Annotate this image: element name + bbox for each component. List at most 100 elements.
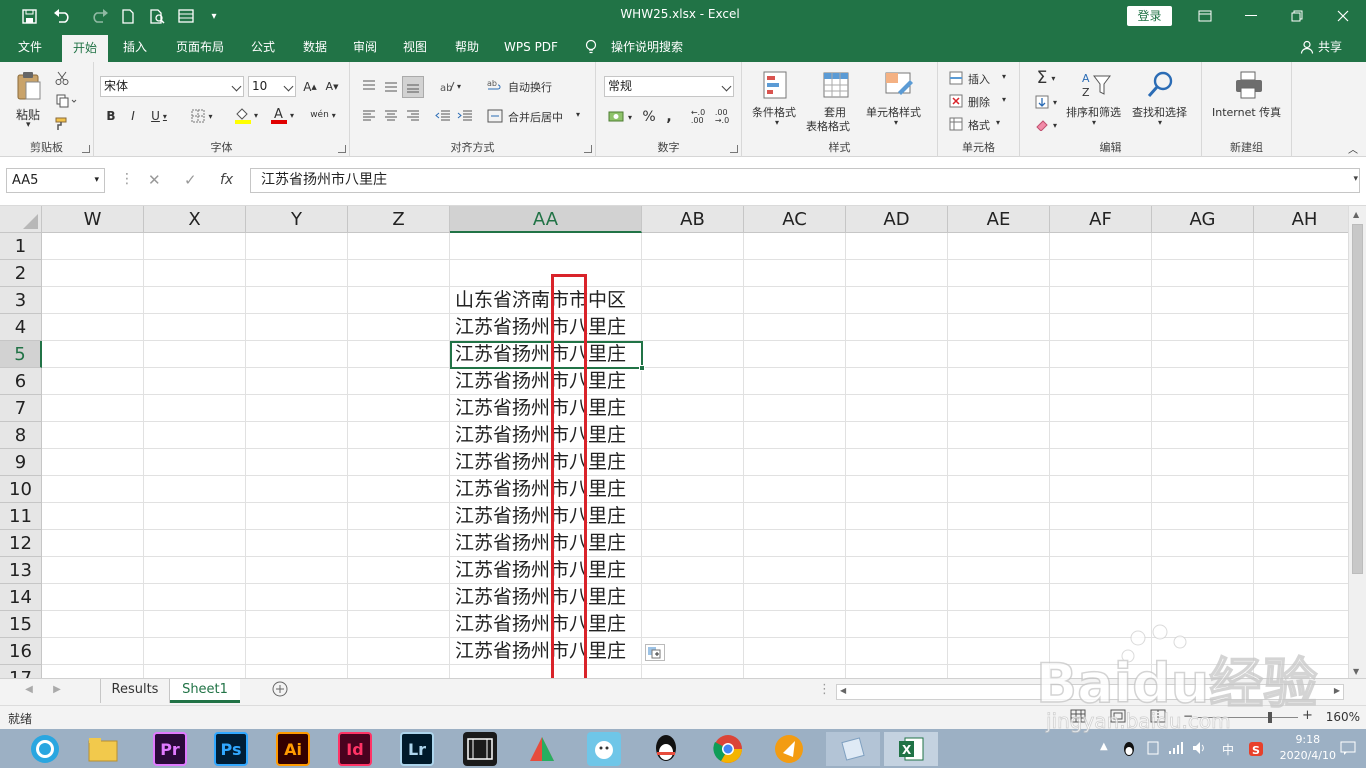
minimize-icon[interactable] (1228, 0, 1274, 32)
align-bottom-icon[interactable] (402, 76, 424, 98)
find-select-icon[interactable] (1146, 70, 1176, 100)
font-size-select[interactable]: 10 (248, 76, 296, 97)
number-launcher-icon[interactable] (730, 145, 738, 153)
cancel-entry-icon[interactable]: ✕ (148, 168, 161, 193)
name-box-dropdown-icon[interactable]: ▾ (94, 169, 99, 192)
cell-aa15[interactable]: 江苏省扬州市八里庄 (453, 611, 643, 638)
cell-aa4[interactable]: 江苏省扬州市八里庄 (453, 314, 643, 341)
horizontal-scrollbar[interactable]: ◀ ▶ (836, 684, 1344, 700)
column-header-x[interactable]: X (144, 206, 246, 233)
align-middle-icon[interactable] (382, 76, 400, 96)
page-break-view-icon[interactable] (1150, 709, 1166, 726)
increase-indent-icon[interactable] (456, 106, 474, 126)
percent-style-icon[interactable]: % (640, 106, 658, 128)
tab-view[interactable]: 视图 (394, 32, 436, 62)
increase-font-icon[interactable]: A ▲ (300, 76, 320, 97)
tray-expand-icon[interactable]: ▲ (1100, 741, 1108, 752)
sheet-tab-sheet1[interactable]: Sheet1 (170, 679, 240, 703)
paste-dropdown-icon[interactable]: ▾ (26, 120, 31, 130)
column-header-ab[interactable]: AB (642, 206, 744, 233)
align-left-icon[interactable] (360, 106, 378, 126)
row-header-14[interactable]: 14 (0, 584, 42, 611)
row-header-3[interactable]: 3 (0, 287, 42, 314)
insert-cells-button[interactable]: 插入 (968, 71, 990, 87)
insert-dropdown-icon[interactable]: ▾ (1002, 72, 1006, 81)
zoom-level[interactable]: 160% (1326, 710, 1360, 724)
lightroom-icon[interactable]: Lr (400, 732, 434, 766)
cell-styles-icon[interactable] (884, 70, 914, 100)
confirm-entry-icon[interactable]: ✓ (184, 168, 197, 193)
column-header-af[interactable]: AF (1050, 206, 1152, 233)
internet-fax-button[interactable]: Internet 传真 (1212, 104, 1281, 120)
scroll-down-icon[interactable]: ▼ (1353, 667, 1359, 676)
redo-icon[interactable] (86, 0, 112, 32)
format-painter-icon[interactable] (52, 115, 72, 133)
network-icon[interactable] (1168, 741, 1184, 758)
tab-wps-pdf[interactable]: WPS PDF (498, 32, 564, 62)
comma-style-icon[interactable]: , (662, 106, 676, 128)
conditional-format-button[interactable]: 条件格式 (752, 104, 796, 120)
video-editor-icon[interactable] (463, 732, 497, 766)
taskbar-clock[interactable]: 9:18 2020/4/10 (1280, 732, 1336, 764)
merge-center-button[interactable]: 合并后居中 (508, 109, 563, 125)
align-center-icon[interactable] (382, 106, 400, 126)
cell-aa6[interactable]: 江苏省扬州市八里庄 (453, 368, 643, 395)
decrease-indent-icon[interactable] (434, 106, 452, 126)
format-dropdown-icon[interactable]: ▾ (996, 118, 1000, 127)
autosum-icon[interactable]: Σ ▾ (1030, 68, 1062, 88)
tab-insert[interactable]: 插入 (114, 32, 156, 62)
row-header-10[interactable]: 10 (0, 476, 42, 503)
active-cell-outline[interactable] (450, 341, 643, 369)
format-as-table-icon[interactable] (822, 70, 852, 100)
expand-formula-icon[interactable]: ▾ (1353, 174, 1358, 184)
excel-taskbar-icon[interactable]: X (884, 732, 938, 766)
merge-center-icon[interactable] (486, 106, 504, 126)
login-button[interactable]: 登录 (1127, 6, 1172, 26)
tab-page-layout[interactable]: 页面布局 (168, 32, 232, 62)
row-header-11[interactable]: 11 (0, 503, 42, 530)
column-header-y[interactable]: Y (246, 206, 348, 233)
notifications-icon[interactable] (1340, 741, 1356, 758)
chat-app-icon[interactable] (587, 732, 621, 766)
row-header-17[interactable]: 17 (0, 665, 42, 678)
row-header-13[interactable]: 13 (0, 557, 42, 584)
decrease-decimal-icon[interactable]: .00 →.0 (712, 106, 732, 128)
tray-device-icon[interactable] (1146, 741, 1160, 758)
delete-cells-icon[interactable] (948, 93, 964, 109)
sheet-tab-results[interactable]: Results (100, 679, 170, 703)
page-layout-view-icon[interactable] (1110, 709, 1126, 726)
row-header-16[interactable]: 16 (0, 638, 42, 665)
clipboard-launcher-icon[interactable] (82, 145, 90, 153)
column-header-ag[interactable]: AG (1152, 206, 1254, 233)
fill-icon[interactable]: ▾ (1030, 92, 1062, 112)
merge-dropdown-icon[interactable]: ▾ (576, 110, 580, 119)
phonetic-icon[interactable]: wén ▾ (306, 104, 340, 126)
new-file-icon[interactable] (118, 0, 138, 32)
paint-app-icon[interactable] (525, 732, 559, 766)
row-header-9[interactable]: 9 (0, 449, 42, 476)
column-header-ae[interactable]: AE (948, 206, 1050, 233)
prev-sheet-icon[interactable]: ◀ (22, 679, 36, 703)
file-explorer-icon[interactable] (86, 732, 120, 766)
insert-cells-icon[interactable] (948, 70, 964, 86)
sort-filter-dropdown-icon[interactable]: ▾ (1092, 118, 1096, 127)
sogou-ime-icon[interactable]: S (1248, 741, 1264, 760)
zoom-slider-thumb[interactable] (1268, 712, 1272, 723)
insert-function-icon[interactable]: fx (220, 168, 233, 193)
clear-icon[interactable]: ▾ (1030, 115, 1062, 135)
add-sheet-icon[interactable] (270, 681, 290, 705)
notes-app-icon[interactable] (826, 732, 880, 766)
name-box[interactable]: AA5 ▾ (6, 168, 105, 193)
row-header-4[interactable]: 4 (0, 314, 42, 341)
share-button[interactable]: 共享 (1300, 32, 1342, 62)
accounting-format-icon[interactable]: ▾ (604, 106, 636, 128)
column-header-ad[interactable]: AD (846, 206, 948, 233)
row-header-7[interactable]: 7 (0, 395, 42, 422)
number-format-select[interactable]: 常规 (604, 76, 734, 97)
conditional-format-dropdown-icon[interactable]: ▾ (775, 118, 779, 127)
conditional-format-icon[interactable] (762, 70, 792, 100)
row-header-15[interactable]: 15 (0, 611, 42, 638)
collapse-ribbon-icon[interactable]: ︿ (1346, 142, 1360, 156)
copy-icon[interactable] (52, 92, 82, 110)
cell-aa7[interactable]: 江苏省扬州市八里庄 (453, 395, 643, 422)
